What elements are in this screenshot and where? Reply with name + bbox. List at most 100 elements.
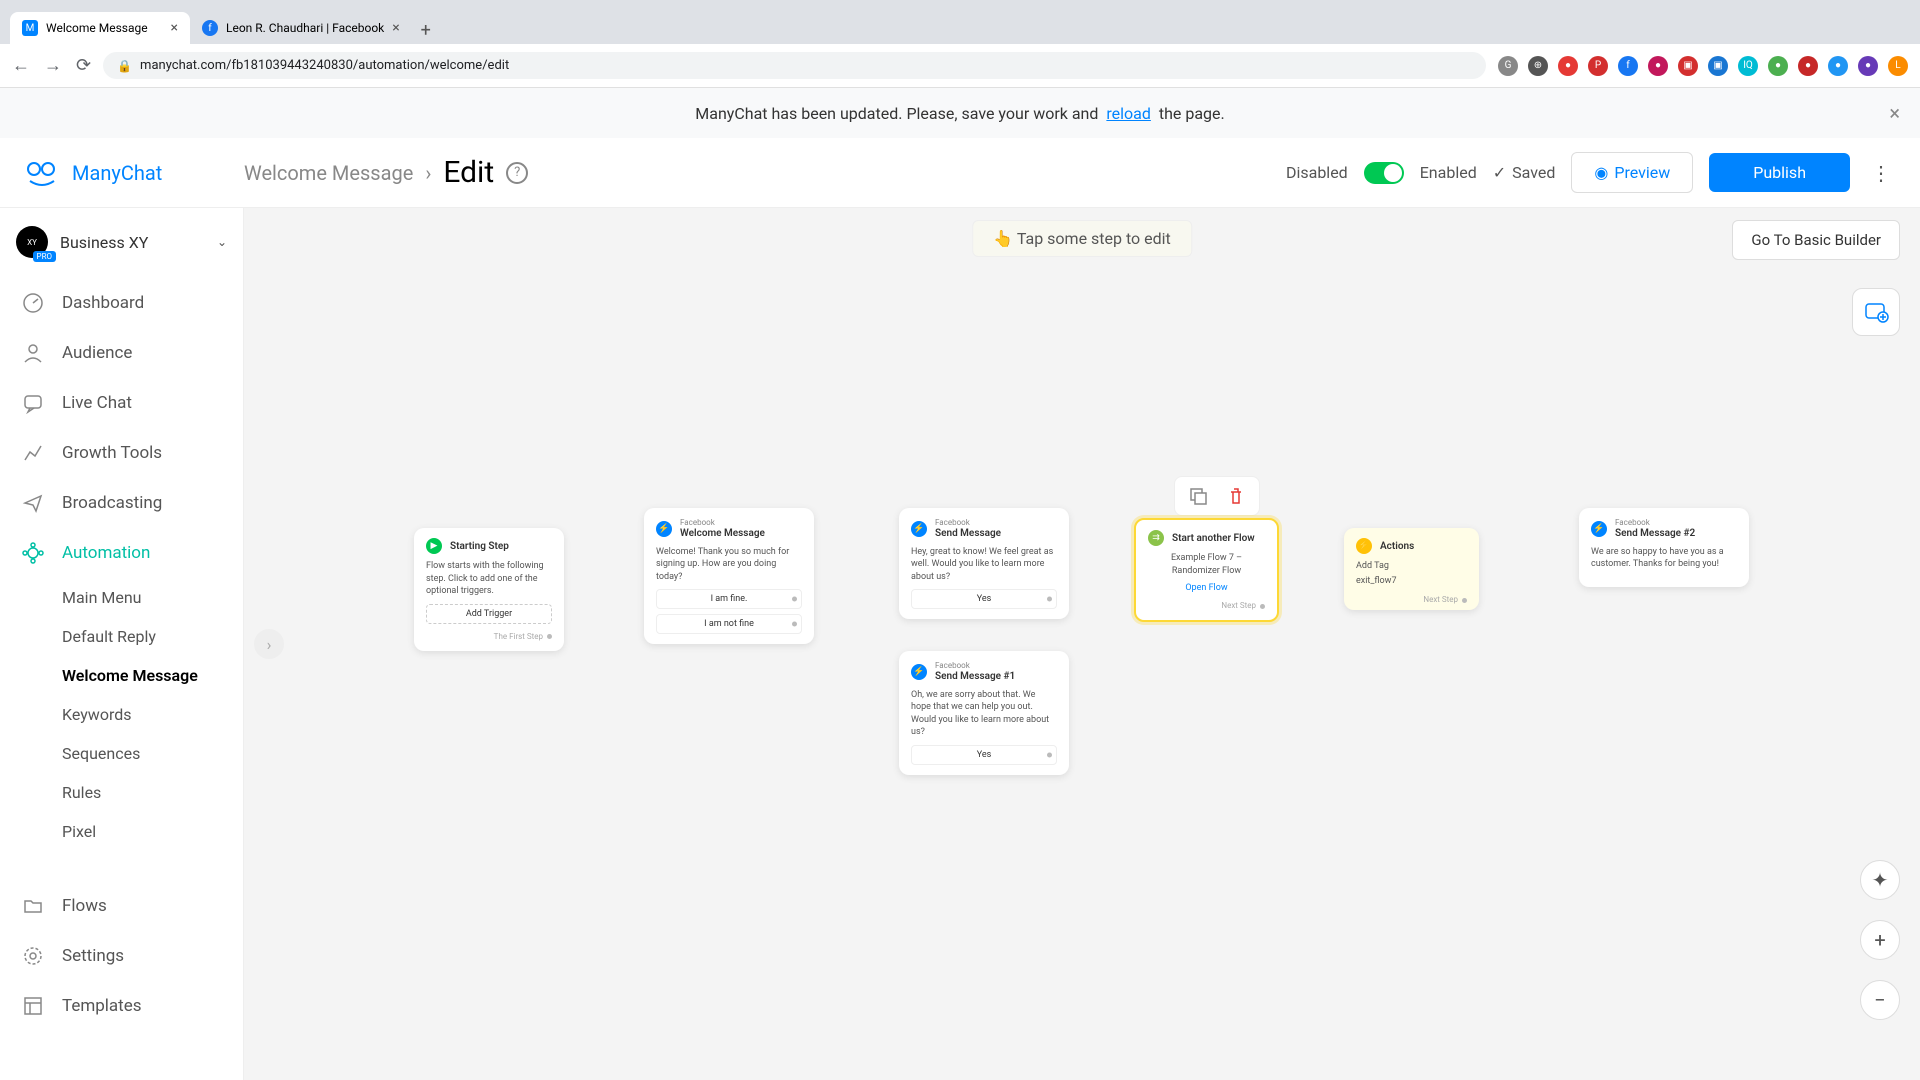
zoom-out-button[interactable]: − [1860, 980, 1900, 1020]
open-flow-link[interactable]: Open Flow [1148, 583, 1265, 593]
ext-icon[interactable]: ▣ [1678, 56, 1698, 76]
sidebar-item-flows[interactable]: Flows [0, 881, 243, 931]
browser-tab[interactable]: f Leon R. Chaudhari | Facebook × [190, 12, 412, 44]
close-tab-icon[interactable]: × [171, 20, 178, 36]
sidebar-item-templates[interactable]: Templates [0, 981, 243, 1031]
flow-connectors [244, 208, 544, 358]
node-starting-step[interactable]: ▶ Starting Step Flow starts with the fol… [414, 528, 564, 651]
flow-canvas[interactable]: 👆 Tap some step to edit Go To Basic Buil… [244, 208, 1920, 1080]
node-subtitle: Facebook [935, 661, 1015, 671]
check-icon: ✓ [1493, 163, 1506, 182]
delete-icon[interactable] [1225, 485, 1247, 507]
add-trigger-button[interactable]: Add Trigger [426, 604, 552, 624]
chevron-right-icon: › [425, 161, 431, 185]
help-icon[interactable]: ? [506, 162, 528, 184]
new-tab-button[interactable]: + [412, 16, 440, 44]
ext-icon[interactable]: ● [1768, 56, 1788, 76]
ext-icon[interactable]: P [1588, 56, 1608, 76]
node-title: Send Message #2 [1615, 528, 1695, 540]
node-send-message[interactable]: ⚡ Facebook Send Message Hey, great to kn… [899, 508, 1069, 619]
close-banner-icon[interactable]: × [1889, 101, 1900, 125]
sidebar-item-label: Growth Tools [62, 443, 162, 463]
sidebar-item-label: Dashboard [62, 293, 144, 313]
sidebar-item-label: Automation [62, 543, 150, 563]
ext-icon[interactable]: ⊕ [1528, 56, 1548, 76]
org-switcher[interactable]: XYPRO Business XY ⌄ [0, 216, 243, 278]
ext-icon[interactable]: ▣ [1708, 56, 1728, 76]
zoom-in-button[interactable]: + [1860, 920, 1900, 960]
sub-item-defaultreply[interactable]: Default Reply [62, 617, 243, 656]
node-title: Starting Step [450, 541, 509, 552]
reload-icon[interactable]: ⟳ [76, 55, 91, 76]
auto-arrange-button[interactable]: ✦ [1860, 860, 1900, 900]
back-icon[interactable]: ← [12, 55, 30, 76]
preview-label: Preview [1614, 163, 1670, 182]
add-step-button[interactable] [1852, 288, 1900, 336]
sub-item-welcome[interactable]: Welcome Message [62, 656, 243, 695]
messenger-icon: ⚡ [1591, 521, 1607, 537]
forward-icon[interactable]: → [44, 55, 62, 76]
node-body: We are so happy to have you as a custome… [1591, 546, 1737, 571]
sidebar-item-broadcasting[interactable]: Broadcasting [0, 478, 243, 528]
avatar-icon[interactable]: L [1888, 56, 1908, 76]
ext-icon[interactable]: ● [1798, 56, 1818, 76]
sidebar-item-dashboard[interactable]: Dashboard [0, 278, 243, 328]
more-menu-icon[interactable]: ⋮ [1866, 161, 1896, 185]
browser-tab-active[interactable]: M Welcome Message × [10, 12, 190, 44]
url-input[interactable]: 🔒 manychat.com/fb181039443240830/automat… [103, 52, 1486, 79]
banner-text-after: the page. [1155, 104, 1225, 123]
sub-item-rules[interactable]: Rules [62, 773, 243, 812]
tabs-bar: M Welcome Message × f Leon R. Chaudhari … [0, 0, 1920, 44]
side-panel-handle[interactable]: › [254, 629, 284, 659]
ext-icon[interactable]: ● [1858, 56, 1878, 76]
node-selection-tools [1174, 476, 1260, 516]
zoom-controls: ✦ + − [1860, 860, 1900, 1020]
breadcrumb-item[interactable]: Welcome Message [244, 161, 413, 185]
ext-icon[interactable]: ● [1648, 56, 1668, 76]
reload-link[interactable]: reload [1106, 104, 1151, 123]
ext-icon[interactable]: IQ [1738, 56, 1758, 76]
folder-icon [22, 895, 44, 917]
page-title: Edit [443, 155, 494, 190]
sub-item-keywords[interactable]: Keywords [62, 695, 243, 734]
node-button[interactable]: I am fine. [656, 589, 802, 609]
sidebar-item-settings[interactable]: Settings [0, 931, 243, 981]
sub-item-sequences[interactable]: Sequences [62, 734, 243, 773]
sidebar-item-growth[interactable]: Growth Tools [0, 428, 243, 478]
node-actions[interactable]: ⚡ Actions Add Tag exit_flow7 Next Step [1344, 528, 1479, 610]
publish-button[interactable]: Publish [1709, 153, 1850, 192]
sidebar: XYPRO Business XY ⌄ Dashboard Audience L… [0, 208, 244, 1080]
extension-icons: G ⊕ ● P f ● ▣ ▣ IQ ● ● ● ● L [1498, 56, 1908, 76]
ext-icon[interactable]: ● [1558, 56, 1578, 76]
enable-toggle[interactable] [1364, 162, 1404, 184]
basic-builder-button[interactable]: Go To Basic Builder [1732, 220, 1900, 260]
node-button[interactable]: I am not fine [656, 614, 802, 634]
ext-icon[interactable]: f [1618, 56, 1638, 76]
node-send-message-2[interactable]: ⚡ Facebook Send Message #2 We are so hap… [1579, 508, 1749, 587]
node-button[interactable]: Yes [911, 745, 1057, 765]
saved-text: Saved [1512, 163, 1555, 182]
node-body: Welcome! Thank you so much for signing u… [656, 546, 802, 584]
ext-icon[interactable]: ● [1828, 56, 1848, 76]
sub-item-pixel[interactable]: Pixel [62, 812, 243, 851]
close-tab-icon[interactable]: × [392, 20, 399, 36]
preview-button[interactable]: ◉ Preview [1571, 152, 1693, 193]
ext-icon[interactable]: G [1498, 56, 1518, 76]
node-footer: Next Step [1148, 601, 1265, 610]
node-title: Welcome Message [680, 528, 765, 540]
sidebar-item-audience[interactable]: Audience [0, 328, 243, 378]
sidebar-item-automation[interactable]: Automation [0, 528, 243, 578]
node-footer: Next Step [1356, 595, 1467, 604]
breadcrumb: Welcome Message › Edit ? [244, 155, 528, 190]
sub-item-mainmenu[interactable]: Main Menu [62, 578, 243, 617]
enabled-label: Enabled [1420, 163, 1477, 182]
node-start-another-flow[interactable]: ⇉ Start another Flow Example Flow 7 – Ra… [1134, 518, 1279, 622]
sidebar-item-label: Live Chat [62, 393, 132, 413]
node-welcome-message[interactable]: ⚡ Facebook Welcome Message Welcome! Than… [644, 508, 814, 644]
node-body: Flow starts with the following step. Cli… [426, 560, 552, 598]
node-button[interactable]: Yes [911, 589, 1057, 609]
duplicate-icon[interactable] [1187, 485, 1209, 507]
node-send-message-1[interactable]: ⚡ Facebook Send Message #1 Oh, we are so… [899, 651, 1069, 775]
node-title: Start another Flow [1172, 533, 1255, 544]
sidebar-item-livechat[interactable]: Live Chat [0, 378, 243, 428]
